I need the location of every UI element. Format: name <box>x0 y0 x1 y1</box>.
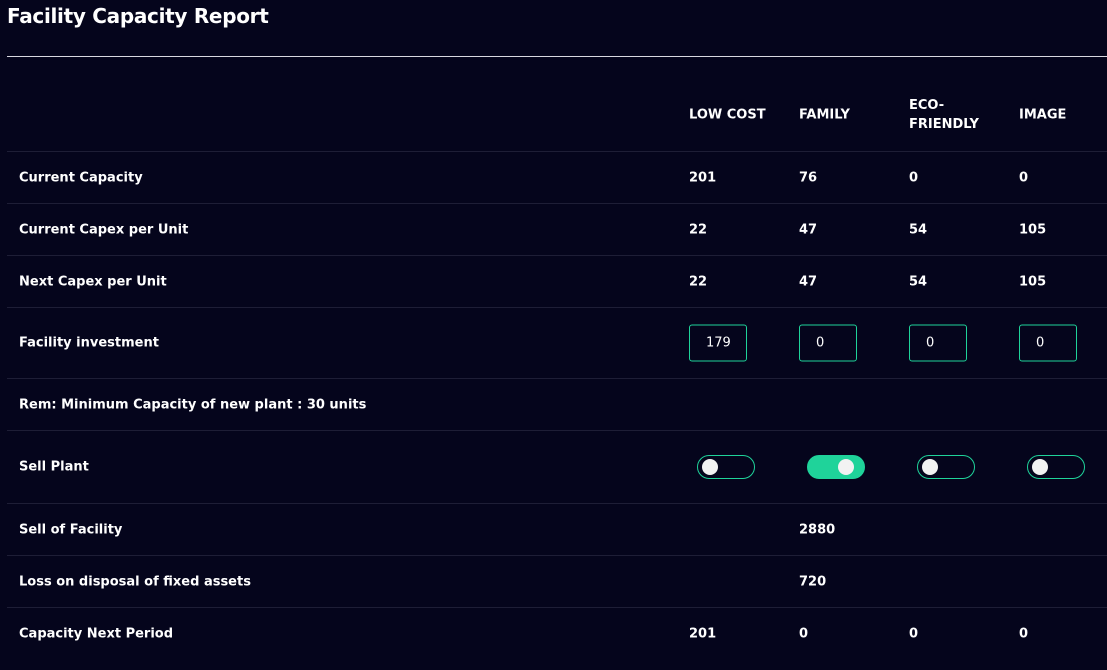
sell-plant-toggle-image[interactable] <box>1027 455 1085 479</box>
table-row-facility-investment: Facility investment <box>7 308 1107 379</box>
table-row-sell-plant: Sell Plant <box>7 431 1107 504</box>
column-header-family: FAMILY <box>799 107 850 123</box>
investment-input-family[interactable] <box>799 324 857 362</box>
table-row-current-capex: Current Capex per Unit 22 47 54 105 <box>7 204 1107 256</box>
table-row-next-capex: Next Capex per Unit 22 47 54 105 <box>7 256 1107 308</box>
investment-input-low-cost[interactable] <box>689 324 747 362</box>
title-divider <box>7 56 1107 57</box>
facility-capacity-report: Facility Capacity Report LOW COST FAMILY… <box>0 0 1107 670</box>
cell-eco-friendly: 0 <box>909 626 919 642</box>
cell-family: 720 <box>799 574 827 589</box>
cell-eco-friendly: 54 <box>909 274 928 289</box>
toggle-knob <box>702 459 718 475</box>
page-title: Facility Capacity Report <box>7 4 269 28</box>
cell-image: 0 <box>1019 170 1029 185</box>
table-row-sell-of-facility: Sell of Facility 2880 <box>7 504 1107 556</box>
sell-plant-toggle-family[interactable] <box>807 455 865 479</box>
cell-low-cost: 201 <box>689 170 717 185</box>
row-label: Sell of Facility <box>19 522 123 537</box>
cell-image: 105 <box>1019 222 1047 237</box>
column-header-low-cost: LOW COST <box>689 107 766 123</box>
cell-image: 0 <box>1019 626 1029 642</box>
column-header-image: IMAGE <box>1019 107 1067 123</box>
toggle-knob <box>1032 459 1048 475</box>
row-label: Sell Plant <box>19 459 89 475</box>
row-label: Next Capex per Unit <box>19 274 167 289</box>
toggle-knob <box>838 459 854 475</box>
table-header-row: LOW COST FAMILY ECO- FRIENDLY IMAGE <box>7 79 1107 152</box>
cell-image: 105 <box>1019 274 1047 289</box>
cell-family: 47 <box>799 222 818 237</box>
minimum-capacity-note: Rem: Minimum Capacity of new plant : 30 … <box>19 397 367 412</box>
table-row-reminder: Rem: Minimum Capacity of new plant : 30 … <box>7 379 1107 431</box>
row-label: Current Capacity <box>19 170 143 185</box>
cell-family: 0 <box>799 626 809 642</box>
table-row-capacity-next-period: Capacity Next Period 201 0 0 0 <box>7 608 1107 660</box>
sell-plant-toggle-low-cost[interactable] <box>697 455 755 479</box>
cell-eco-friendly: 54 <box>909 222 928 237</box>
row-label: Loss on disposal of fixed assets <box>19 574 251 589</box>
cell-family: 2880 <box>799 522 836 537</box>
table-row-current-capacity: Current Capacity 201 76 0 0 <box>7 152 1107 204</box>
sell-plant-toggle-eco-friendly[interactable] <box>917 455 975 479</box>
investment-input-eco-friendly[interactable] <box>909 324 967 362</box>
column-header-eco-friendly: ECO- FRIENDLY <box>909 98 979 132</box>
cell-low-cost: 22 <box>689 274 708 289</box>
toggle-knob <box>922 459 938 475</box>
cell-family: 47 <box>799 274 818 289</box>
cell-eco-friendly: 0 <box>909 170 919 185</box>
table-row-loss-on-disposal: Loss on disposal of fixed assets 720 <box>7 556 1107 608</box>
cell-family: 76 <box>799 170 818 185</box>
row-label: Facility investment <box>19 335 159 351</box>
cell-low-cost: 22 <box>689 222 708 237</box>
investment-input-image[interactable] <box>1019 324 1077 362</box>
cell-low-cost: 201 <box>689 626 717 642</box>
row-label: Capacity Next Period <box>19 626 174 642</box>
capacity-table: LOW COST FAMILY ECO- FRIENDLY IMAGE Curr… <box>7 79 1107 660</box>
row-label: Current Capex per Unit <box>19 222 189 237</box>
